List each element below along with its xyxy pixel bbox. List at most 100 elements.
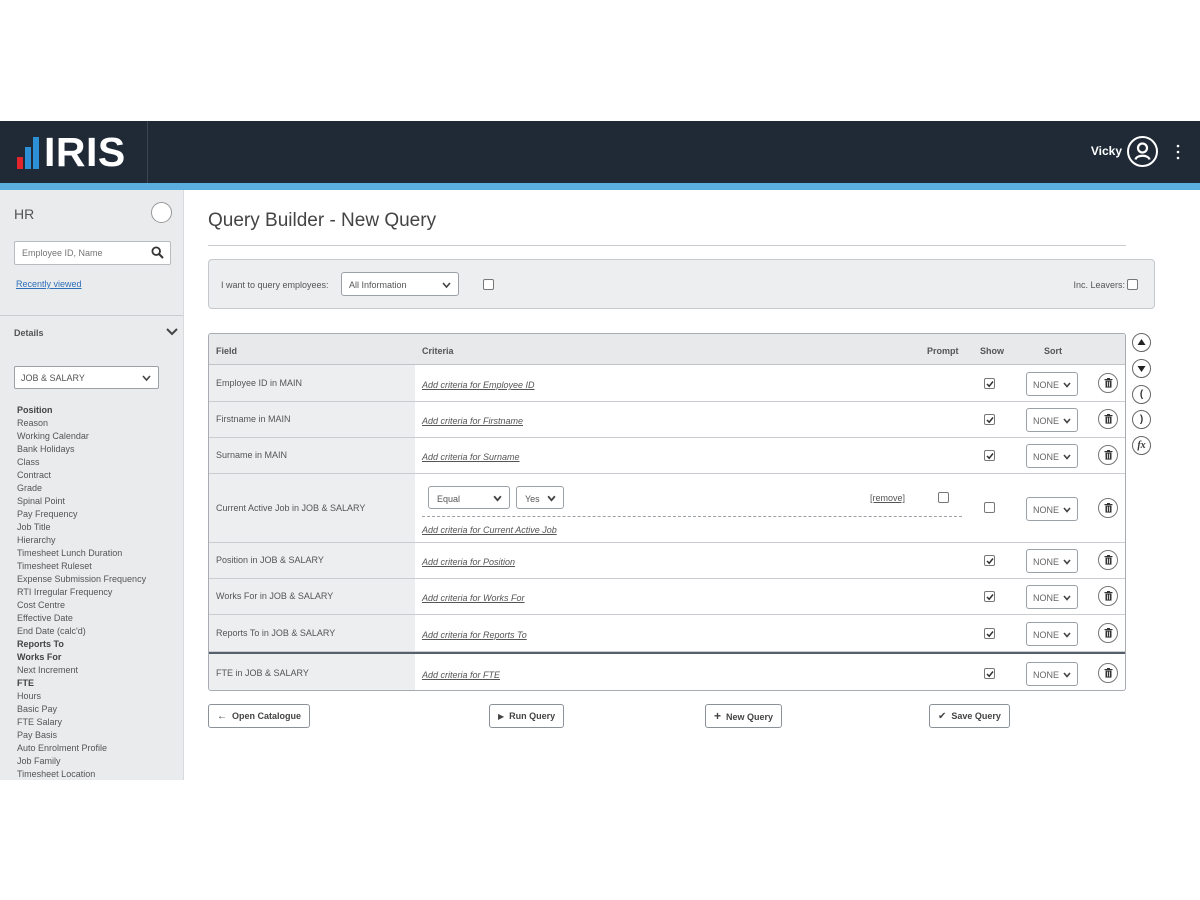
sidebar-toggle-icon[interactable] [151, 202, 172, 223]
sidebar-field-item[interactable]: End Date (calc'd) [17, 625, 182, 638]
sidebar-field-item[interactable]: Reports To [17, 638, 182, 651]
sort-select[interactable]: NONE [1026, 444, 1078, 468]
new-query-button[interactable]: + New Query [705, 704, 783, 728]
delete-row-button[interactable] [1098, 623, 1118, 643]
open-bracket-button[interactable]: ( [1132, 385, 1151, 404]
table-row[interactable]: Surname in MAIN Add criteria for Surname N… [209, 438, 1125, 474]
sidebar-field-item[interactable]: Timesheet Lunch Duration [17, 547, 182, 560]
move-down-icon[interactable] [1132, 359, 1151, 378]
user-avatar-icon[interactable] [1127, 136, 1158, 167]
employee-search-input[interactable] [15, 242, 143, 264]
sidebar-field-item[interactable]: Cost Centre [17, 599, 182, 612]
sidebar-field-item[interactable]: Next Increment [17, 664, 182, 677]
search-icon[interactable] [151, 246, 164, 259]
move-up-icon[interactable] [1132, 333, 1151, 352]
show-checkbox[interactable] [984, 450, 995, 461]
sort-select[interactable]: NONE [1026, 622, 1078, 646]
add-criteria-link[interactable]: Add criteria for Position [422, 557, 515, 567]
table-row[interactable]: Firstname in MAIN Add criteria for Firstn… [209, 402, 1125, 438]
sidebar-field-item[interactable]: Hours [17, 690, 182, 703]
query-option-checkbox[interactable] [483, 279, 494, 290]
sidebar-field-item[interactable]: Pay Frequency [17, 508, 182, 521]
add-criteria-link[interactable]: Add criteria for Employee ID [422, 380, 535, 390]
operator-select[interactable]: Equal [428, 486, 510, 509]
sidebar-field-item[interactable]: Works For [17, 651, 182, 664]
sidebar-field-item[interactable]: RTI Irregular Frequency [17, 586, 182, 599]
delete-row-button[interactable] [1098, 498, 1118, 518]
sidebar-field-item[interactable]: Class [17, 456, 182, 469]
add-criteria-link[interactable]: Add criteria for Reports To [422, 630, 527, 640]
category-select[interactable]: JOB & SALARY [14, 366, 159, 389]
sidebar-field-item[interactable]: Pay Basis [17, 729, 182, 742]
sidebar-field-item[interactable]: FTE Salary [17, 716, 182, 729]
sort-select[interactable]: NONE [1026, 549, 1078, 573]
show-checkbox[interactable] [984, 628, 995, 639]
add-criteria-link[interactable]: Add criteria for Works For [422, 593, 525, 603]
add-criteria-link[interactable]: Add criteria for Firstname [422, 416, 523, 426]
sidebar-field-item[interactable]: Effective Date [17, 612, 182, 625]
add-criteria-link[interactable]: Add criteria for Surname [422, 452, 520, 462]
sidebar-field-item[interactable]: Bank Holidays [17, 443, 182, 456]
run-query-button[interactable]: ▶ Run Query [489, 704, 565, 728]
show-checkbox[interactable] [984, 378, 995, 389]
sidebar-field-item[interactable]: Hierarchy [17, 534, 182, 547]
table-row[interactable]: Reports To in JOB & SALARY Add criteria f… [209, 615, 1125, 652]
sidebar-field-item[interactable]: Job Title [17, 521, 182, 534]
sort-select[interactable]: NONE [1026, 408, 1078, 432]
save-query-button[interactable]: ✔ Save Query [929, 704, 1010, 728]
sidebar-field-item[interactable]: Job Family [17, 755, 182, 768]
sidebar-field-item[interactable]: Reason [17, 417, 182, 430]
sidebar-field-item[interactable]: Timesheet Ruleset [17, 560, 182, 573]
sidebar-field-item[interactable]: Contract [17, 469, 182, 482]
table-row[interactable]: Works For in JOB & SALARY Add criteria fo… [209, 579, 1125, 615]
show-checkbox[interactable] [984, 668, 995, 679]
function-button[interactable]: fx [1132, 436, 1151, 455]
delete-row-button[interactable] [1098, 586, 1118, 606]
sidebar-field-item[interactable]: Grade [17, 482, 182, 495]
sort-select[interactable]: NONE [1026, 662, 1078, 686]
checkmark-icon [986, 594, 994, 601]
add-criteria-link[interactable]: Add criteria for FTE [422, 670, 500, 680]
query-type-select[interactable]: All Information [341, 272, 459, 296]
show-checkbox[interactable] [984, 502, 995, 513]
show-checkbox[interactable] [984, 555, 995, 566]
kebab-menu-icon[interactable] [1176, 143, 1180, 161]
sidebar-field-item[interactable]: Position [17, 404, 182, 417]
category-select-value: JOB & SALARY [21, 373, 85, 383]
field-list: Position Reason Working Calendar Bank Holid… [17, 404, 182, 780]
recently-viewed-link[interactable]: Recently viewed [16, 279, 82, 289]
table-row[interactable]: Employee ID in MAIN Add criteria for Empl… [209, 365, 1125, 402]
table-row[interactable]: Current Active Job in JOB & SALARY Equal Y… [209, 474, 1125, 543]
trash-icon [1104, 628, 1113, 638]
prompt-checkbox[interactable] [938, 492, 949, 503]
delete-row-button[interactable] [1098, 445, 1118, 465]
open-catalogue-button[interactable]: ← Open Catalogue [208, 704, 311, 728]
table-row[interactable]: Position in JOB & SALARY Add criteria for… [209, 543, 1125, 579]
sidebar-field-item[interactable]: Timesheet Location [17, 768, 182, 780]
iris-logo[interactable]: IRIS [0, 121, 148, 183]
close-bracket-button[interactable]: ) [1132, 410, 1151, 429]
show-checkbox[interactable] [984, 591, 995, 602]
sidebar-field-item[interactable]: FTE [17, 677, 182, 690]
sidebar-field-item[interactable]: Expense Submission Frequency [17, 573, 182, 586]
details-label[interactable]: Details [14, 328, 44, 338]
delete-row-button[interactable] [1098, 550, 1118, 570]
sidebar-field-item[interactable]: Spinal Point [17, 495, 182, 508]
sort-select[interactable]: NONE [1026, 585, 1078, 609]
delete-row-button[interactable] [1098, 409, 1118, 429]
add-criteria-link[interactable]: Add criteria for Current Active Job [422, 525, 557, 535]
delete-row-button[interactable] [1098, 663, 1118, 683]
inc-leavers-checkbox[interactable] [1127, 279, 1138, 290]
sort-select[interactable]: NONE [1026, 497, 1078, 521]
sidebar-field-item[interactable]: Basic Pay [17, 703, 182, 716]
table-row[interactable]: FTE in JOB & SALARY Add criteria for FTE N… [209, 652, 1125, 690]
remove-criteria-link[interactable]: [remove] [870, 493, 905, 503]
sidebar-field-item[interactable]: Working Calendar [17, 430, 182, 443]
delete-row-button[interactable] [1098, 373, 1118, 393]
sort-select[interactable]: NONE [1026, 372, 1078, 396]
value-select[interactable]: Yes [516, 486, 564, 509]
user-name[interactable]: Vicky [1091, 144, 1122, 158]
show-checkbox[interactable] [984, 414, 995, 425]
chevron-down-icon[interactable] [166, 327, 178, 337]
sidebar-field-item[interactable]: Auto Enrolment Profile [17, 742, 182, 755]
